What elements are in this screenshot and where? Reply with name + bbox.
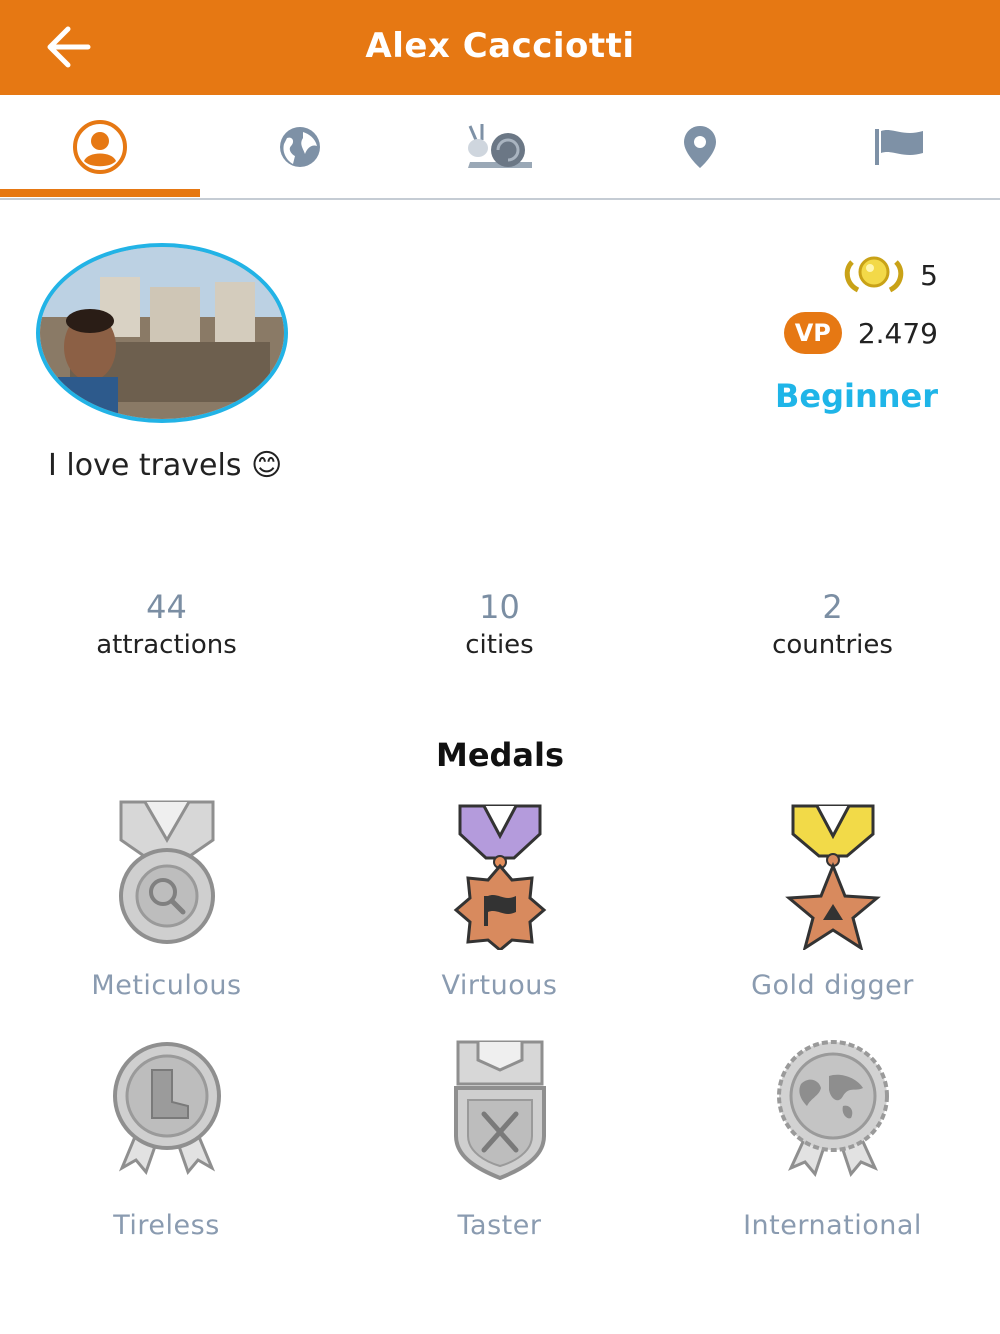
count-value: 44 (146, 588, 187, 626)
flag-medal-icon (453, 804, 546, 950)
count-value: 2 (822, 588, 843, 626)
active-tab-indicator (0, 189, 200, 197)
avatar[interactable] (36, 243, 288, 423)
vp-badge-icon: VP (783, 312, 842, 354)
medals-heading: Medals (435, 736, 565, 774)
medal-label: International (743, 1210, 922, 1241)
medal-virtuous[interactable]: Virtuous (333, 800, 666, 1001)
bio-text: I love travels 😊 (48, 448, 283, 483)
travel-counts: 44 attractions 10 cities 2 countries (0, 588, 1000, 668)
avatar-photo (36, 243, 288, 423)
cities-count[interactable]: 10 cities (333, 588, 666, 660)
attractions-count[interactable]: 44 attractions (0, 588, 333, 660)
count-label: cities (465, 630, 534, 660)
tab-profile[interactable] (0, 95, 200, 198)
tab-flags[interactable] (800, 95, 1000, 198)
medal-gold-digger[interactable]: Gold digger (666, 800, 999, 1001)
crowns-stat: 5 (838, 254, 938, 296)
globe-icon (280, 127, 320, 167)
medal-meticulous[interactable]: Meticulous (0, 800, 333, 1001)
flag-icon (875, 129, 923, 165)
tab-world[interactable] (200, 95, 400, 198)
crowns-count: 5 (920, 258, 938, 292)
world-map-medal-icon (776, 1040, 889, 1178)
count-label: countries (772, 630, 893, 660)
cutlery-medal-icon (453, 1040, 546, 1180)
boot-medal-icon (112, 1042, 221, 1175)
magnifier-medal-icon (118, 800, 215, 944)
app-bar: Alex Cacciotti (0, 0, 1000, 95)
count-value: 10 (479, 588, 520, 626)
medal-label: Gold digger (751, 970, 914, 1001)
countries-count[interactable]: 2 countries (666, 588, 999, 660)
tab-snail[interactable] (400, 95, 600, 198)
medal-tireless[interactable]: Tireless (0, 1040, 333, 1241)
vp-stat: VP 2.479 (783, 312, 938, 354)
medal-label: Tireless (113, 1210, 220, 1241)
map-pin-icon (684, 126, 716, 168)
profile-photo-image (40, 247, 284, 419)
tab-places[interactable] (600, 95, 800, 198)
medal-label: Virtuous (441, 970, 558, 1001)
laurel-crown-icon (844, 256, 904, 293)
count-label: attractions (96, 630, 237, 660)
medal-label: Taster (457, 1210, 542, 1241)
medal-international[interactable]: International (666, 1040, 999, 1241)
vp-points: 2.479 (857, 316, 938, 350)
snail-icon (468, 124, 532, 168)
traveler-level: Beginner (774, 377, 938, 415)
tab-bar (0, 95, 1000, 200)
medal-taster[interactable]: Taster (333, 1040, 666, 1241)
page-title: Alex Cacciotti (365, 26, 635, 66)
user-icon (73, 120, 127, 174)
medal-label: Meticulous (91, 970, 242, 1001)
star-medal-icon (784, 804, 881, 950)
